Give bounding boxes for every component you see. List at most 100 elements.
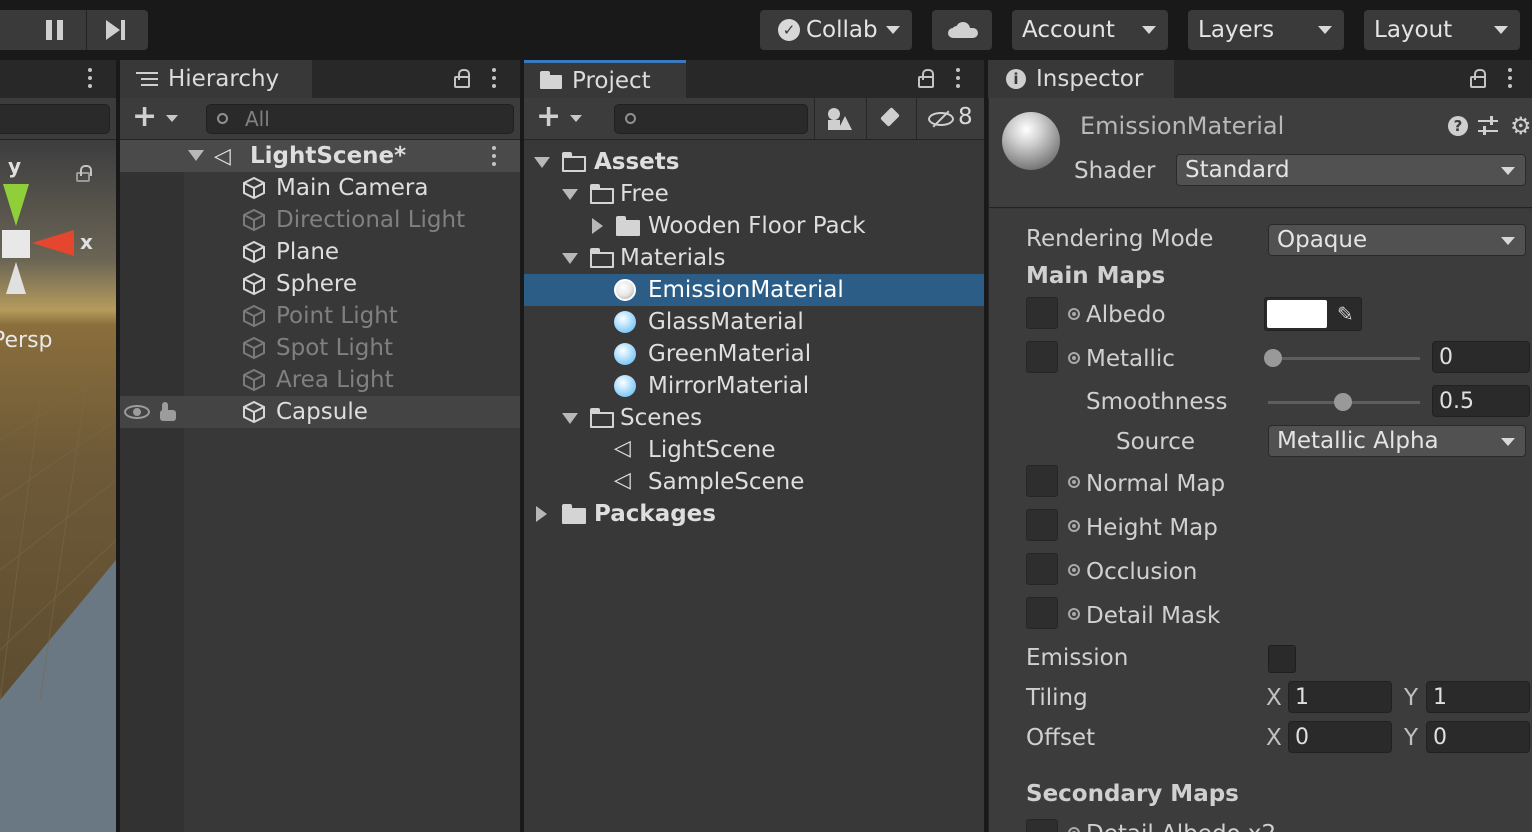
metallic-slider-track[interactable] bbox=[1268, 357, 1420, 360]
object-picker-icon[interactable] bbox=[1068, 827, 1080, 832]
folder-row-materials[interactable]: Materials bbox=[524, 242, 984, 274]
height-map-slot[interactable] bbox=[1026, 509, 1058, 541]
object-picker-icon[interactable] bbox=[1068, 564, 1080, 576]
albedo-texture-slot[interactable] bbox=[1026, 297, 1058, 329]
project-search-input[interactable] bbox=[614, 104, 808, 134]
smoothness-slider-knob[interactable] bbox=[1334, 393, 1352, 411]
persp-label[interactable]: Persp bbox=[0, 328, 53, 353]
filter-by-type-icon[interactable] bbox=[828, 108, 852, 130]
material-sphere-icon bbox=[614, 279, 636, 301]
hierarchy-item[interactable]: Main Camera bbox=[120, 172, 520, 204]
object-picker-icon[interactable] bbox=[1068, 352, 1080, 364]
emission-checkbox[interactable] bbox=[1268, 645, 1296, 673]
hierarchy-item[interactable]: Directional Light bbox=[120, 204, 520, 236]
filter-by-label-icon[interactable] bbox=[880, 107, 902, 130]
collapse-arrow-icon[interactable] bbox=[592, 218, 603, 234]
metallic-slider-knob[interactable] bbox=[1264, 349, 1282, 367]
hierarchy-item[interactable]: Sphere bbox=[120, 268, 520, 300]
more-icon[interactable] bbox=[88, 68, 92, 88]
shader-dropdown[interactable]: Standard bbox=[1176, 154, 1526, 186]
tab-project[interactable]: Project bbox=[524, 60, 686, 98]
metallic-value: 0 bbox=[1439, 344, 1453, 370]
scene-viewport[interactable]: y x Persp bbox=[0, 140, 116, 832]
detail-mask-slot[interactable] bbox=[1026, 597, 1058, 629]
albedo-color-field[interactable]: ✎ bbox=[1264, 297, 1362, 331]
more-icon[interactable] bbox=[1508, 68, 1512, 88]
object-picker-icon[interactable] bbox=[1068, 608, 1080, 620]
lock-icon[interactable] bbox=[1470, 69, 1486, 88]
object-picker-icon[interactable] bbox=[1068, 308, 1080, 320]
folder-row-packages[interactable]: Packages bbox=[524, 498, 984, 530]
normal-map-slot[interactable] bbox=[1026, 465, 1058, 497]
tab-hierarchy[interactable]: Hierarchy bbox=[120, 60, 312, 98]
scene-root-row[interactable]: ◁ LightScene* bbox=[120, 140, 520, 172]
expand-arrow-icon[interactable] bbox=[562, 189, 578, 200]
rendering-mode-dropdown[interactable]: Opaque bbox=[1268, 224, 1526, 256]
hierarchy-item[interactable]: Capsule bbox=[120, 396, 520, 428]
asset-row-mirror-material[interactable]: MirrorMaterial bbox=[524, 370, 984, 402]
asset-row-emission-material[interactable]: EmissionMaterial bbox=[524, 274, 984, 306]
hierarchy-item[interactable]: Area Light bbox=[120, 364, 520, 396]
hidden-packages-count: 8 bbox=[958, 104, 973, 130]
scene-more-icon[interactable] bbox=[492, 146, 496, 166]
offset-y-field[interactable]: 0 bbox=[1426, 721, 1530, 753]
tiling-x-field[interactable]: 1 bbox=[1288, 681, 1392, 713]
chevron-down-icon[interactable] bbox=[570, 115, 582, 122]
expand-arrow-icon[interactable] bbox=[562, 413, 578, 424]
help-icon[interactable]: ? bbox=[1448, 116, 1468, 136]
eyedropper-icon[interactable]: ✎ bbox=[1337, 302, 1354, 326]
asset-row-green-material[interactable]: GreenMaterial bbox=[524, 338, 984, 370]
tiling-y-field[interactable]: 1 bbox=[1426, 681, 1530, 713]
scene-gizmo[interactable]: y x bbox=[0, 154, 116, 304]
expand-arrow-icon[interactable] bbox=[534, 157, 550, 168]
collab-dropdown[interactable]: ✓ Collab bbox=[760, 10, 912, 50]
lock-icon[interactable] bbox=[918, 69, 934, 88]
create-icon[interactable]: + bbox=[536, 102, 561, 132]
folder-row-scenes[interactable]: Scenes bbox=[524, 402, 984, 434]
asset-row-lightscene[interactable]: ◁ LightScene bbox=[524, 434, 984, 466]
expand-arrow-icon[interactable] bbox=[562, 253, 578, 264]
axis-neg-y-cone bbox=[6, 262, 26, 294]
hierarchy-item[interactable]: Point Light bbox=[120, 300, 520, 332]
metallic-texture-slot[interactable] bbox=[1026, 341, 1058, 373]
layout-dropdown[interactable]: Layout bbox=[1364, 10, 1520, 50]
cloud-button[interactable] bbox=[932, 10, 992, 50]
folder-label: Packages bbox=[594, 501, 716, 527]
more-icon[interactable] bbox=[956, 68, 960, 88]
hierarchy-item[interactable]: Plane bbox=[120, 236, 520, 268]
visibility-eye-icon[interactable] bbox=[124, 405, 150, 419]
pickability-hand-icon[interactable] bbox=[158, 402, 178, 422]
smoothness-value-field[interactable]: 0.5 bbox=[1432, 385, 1530, 417]
tab-inspector[interactable]: i Inspector bbox=[988, 60, 1174, 98]
hierarchy-search-input[interactable]: All bbox=[206, 104, 514, 134]
expand-arrow-icon[interactable] bbox=[188, 150, 204, 161]
collapse-arrow-icon[interactable] bbox=[536, 506, 547, 522]
asset-row-glass-material[interactable]: GlassMaterial bbox=[524, 306, 984, 338]
occlusion-slot[interactable] bbox=[1026, 553, 1058, 585]
gizmo-lock-icon[interactable] bbox=[76, 165, 92, 182]
check-icon: ✓ bbox=[778, 19, 800, 41]
layers-dropdown[interactable]: Layers bbox=[1188, 10, 1344, 50]
lock-icon[interactable] bbox=[454, 69, 470, 88]
scene-search-input[interactable] bbox=[0, 104, 110, 134]
metallic-value-field[interactable]: 0 bbox=[1432, 341, 1530, 373]
source-dropdown[interactable]: Metallic Alpha bbox=[1268, 425, 1526, 457]
folder-row-assets[interactable]: Assets bbox=[524, 146, 984, 178]
presets-sliders-icon[interactable] bbox=[1478, 116, 1498, 136]
asset-row-samplescene[interactable]: ◁ SampleScene bbox=[524, 466, 984, 498]
settings-gear-icon[interactable]: ⚙ bbox=[1510, 114, 1532, 138]
offset-x-field[interactable]: 0 bbox=[1288, 721, 1392, 753]
chevron-down-icon[interactable] bbox=[166, 115, 178, 122]
folder-row-free[interactable]: Free bbox=[524, 178, 984, 210]
step-icon[interactable] bbox=[106, 20, 128, 40]
add-icon[interactable]: + bbox=[132, 102, 157, 132]
object-picker-icon[interactable] bbox=[1068, 476, 1080, 488]
hidden-packages-icon[interactable] bbox=[928, 110, 956, 128]
object-picker-icon[interactable] bbox=[1068, 520, 1080, 532]
pause-icon[interactable] bbox=[46, 20, 64, 40]
folder-row-wooden-floor[interactable]: Wooden Floor Pack bbox=[524, 210, 984, 242]
detail-albedo-slot[interactable] bbox=[1026, 819, 1058, 832]
account-dropdown[interactable]: Account bbox=[1012, 10, 1168, 50]
more-icon[interactable] bbox=[492, 68, 496, 88]
hierarchy-item[interactable]: Spot Light bbox=[120, 332, 520, 364]
